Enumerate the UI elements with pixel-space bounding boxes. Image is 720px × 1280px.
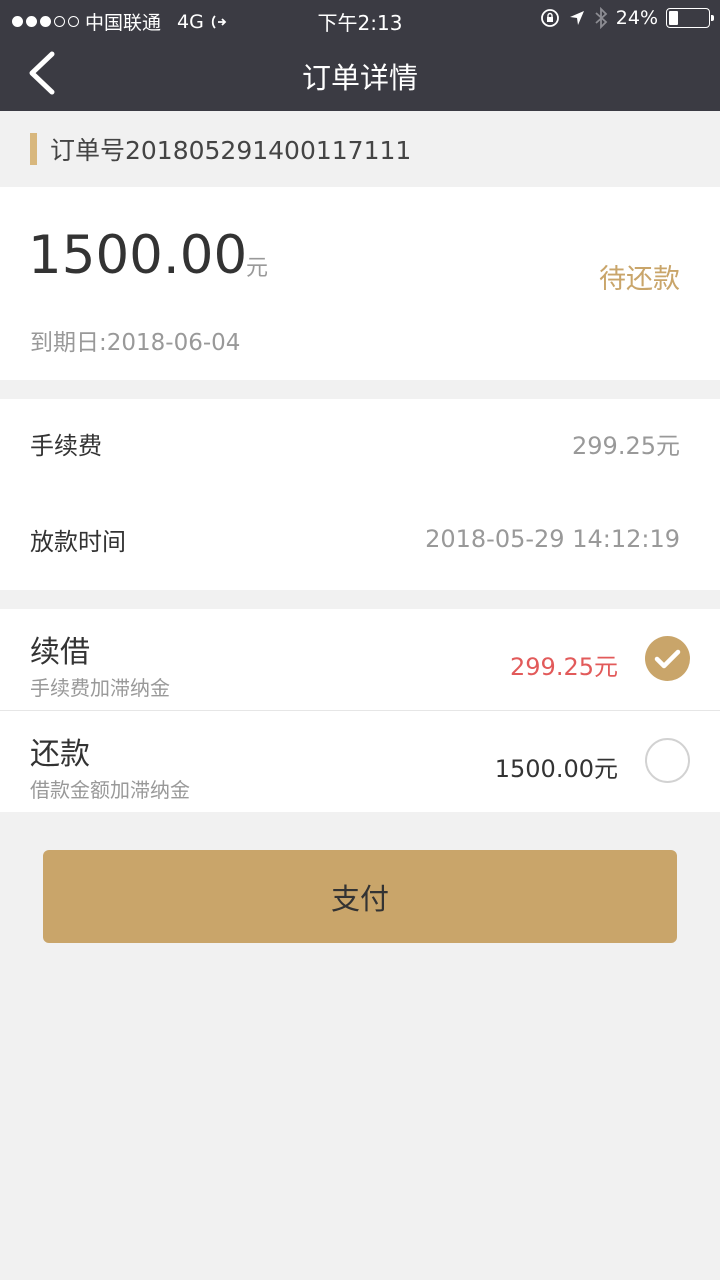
battery-percent: 24%: [615, 7, 658, 29]
app-header: 中国联通 4G 下午2:13 24% 订单详情: [0, 0, 720, 111]
nav-bar: 订单详情: [0, 36, 720, 111]
fee-value: 299.25元: [572, 431, 680, 460]
status-right: 24%: [540, 7, 714, 29]
accent-bar: [30, 133, 37, 165]
orientation-lock-icon: [540, 9, 559, 27]
due-date: 到期日:2018-06-04: [30, 330, 241, 356]
page-title: 订单详情: [301, 61, 418, 95]
repayment-status: 待还款: [599, 264, 680, 295]
radio-checked-icon[interactable]: [645, 636, 690, 681]
info-card: 手续费 299.25元 放款时间 2018-05-29 14:12:19: [0, 399, 720, 590]
amount-card: 1500.00 元 待还款 到期日:2018-06-04: [0, 187, 720, 380]
fee-row: 手续费 299.25元: [30, 423, 680, 463]
option-title: 续借: [30, 635, 90, 670]
order-number-section: 订单号201805291400117111: [0, 111, 720, 187]
checkmark-icon: [654, 649, 681, 669]
loan-time-label: 放款时间: [30, 527, 126, 556]
location-icon: [569, 11, 584, 25]
order-number: 订单号201805291400117111: [50, 136, 412, 165]
payment-options: 续借 手续费加滞纳金 299.25元 还款 借款金额加滞纳金 1500.00元: [0, 609, 720, 812]
option-repay[interactable]: 还款 借款金额加滞纳金 1500.00元: [0, 711, 720, 812]
option-renew[interactable]: 续借 手续费加滞纳金 299.25元: [0, 609, 720, 710]
amount-value: 1500.00: [28, 225, 248, 286]
loan-time-value: 2018-05-29 14:12:19: [425, 525, 680, 553]
option-title: 还款: [30, 737, 90, 772]
option-subtitle: 手续费加滞纳金: [30, 676, 170, 700]
option-subtitle: 借款金额加滞纳金: [30, 778, 190, 802]
option-price: 299.25元: [510, 653, 618, 681]
option-price: 1500.00元: [494, 755, 618, 783]
status-bar: 中国联通 4G 下午2:13 24%: [0, 0, 720, 36]
pay-button[interactable]: 支付: [43, 850, 677, 943]
amount-unit: 元: [246, 256, 269, 281]
loan-time-row: 放款时间 2018-05-29 14:12:19: [30, 519, 680, 559]
battery-icon: [666, 8, 714, 28]
bluetooth-icon: [595, 7, 608, 29]
fee-label: 手续费: [30, 431, 102, 460]
radio-unchecked-icon[interactable]: [645, 738, 690, 783]
battery-fill: [669, 11, 679, 25]
